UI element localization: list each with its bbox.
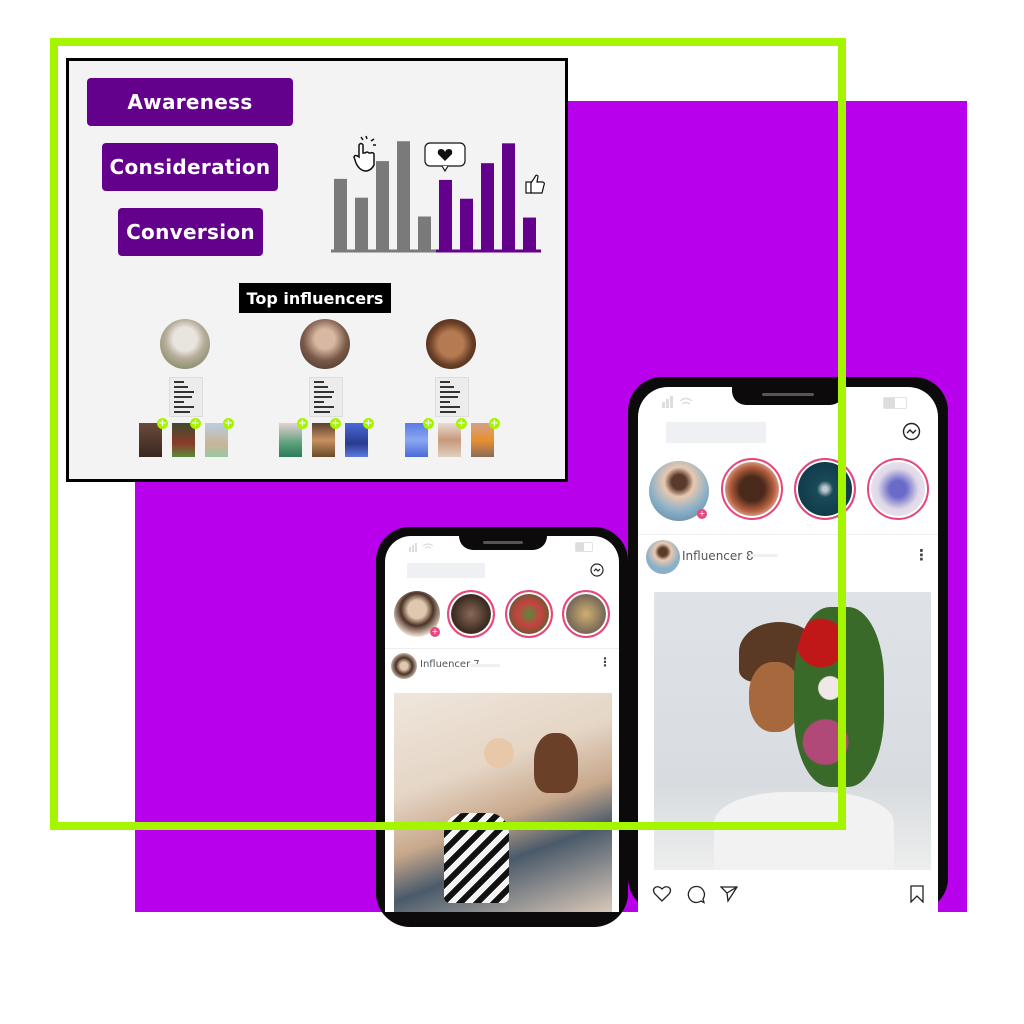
add-icon[interactable]: +: [190, 418, 201, 429]
post-thumbnail[interactable]: +: [312, 418, 341, 457]
add-icon[interactable]: +: [157, 418, 168, 429]
story-avatar[interactable]: [505, 590, 553, 638]
story-avatar-own[interactable]: +: [649, 461, 709, 521]
story-avatar-own[interactable]: +: [394, 591, 440, 637]
more-options-icon[interactable]: ⋮: [914, 546, 929, 564]
dress: [714, 792, 894, 870]
app-title-placeholder: [407, 563, 485, 578]
zebra-toy: [444, 813, 509, 903]
add-icon[interactable]: +: [363, 418, 374, 429]
influencer-column: + + +: [125, 319, 245, 469]
child-face: [484, 738, 514, 768]
stage-awareness: Awareness: [87, 78, 293, 126]
phone-notch: [732, 387, 844, 405]
story-avatar[interactable]: [447, 590, 495, 638]
instagram-feed-screen: + Influencer 7 ⋮: [385, 536, 619, 912]
tap-hand-icon: [353, 135, 376, 172]
influencer-column: + + +: [265, 319, 385, 469]
signal-wifi-icon: [409, 543, 434, 552]
username-placeholder: [750, 554, 778, 557]
post-thumbnail[interactable]: +: [405, 418, 434, 457]
heart-bubble-icon: [424, 142, 466, 173]
influencer-avatar[interactable]: [160, 319, 210, 369]
add-story-icon[interactable]: +: [697, 509, 707, 519]
like-icon[interactable]: [652, 885, 672, 903]
post-thumbnail[interactable]: +: [172, 418, 201, 457]
comment-icon[interactable]: [686, 885, 706, 904]
phone-mockup-large: + Influencer 8 ⋮: [628, 377, 948, 912]
post-author-name[interactable]: Influencer 8: [682, 549, 754, 563]
bar-before-3: [376, 161, 389, 251]
story-avatar[interactable]: [867, 458, 929, 520]
add-icon[interactable]: +: [489, 418, 500, 429]
bar-after-1: [439, 179, 452, 251]
post-thumbnail[interactable]: +: [205, 418, 234, 457]
campaign-infographic-card: Awareness Consideration Conversion Top i…: [66, 58, 568, 482]
influencer-column: + + +: [391, 319, 511, 469]
top-influencers-title: Top influencers: [239, 283, 391, 313]
post-author-avatar[interactable]: [646, 540, 680, 574]
username-placeholder: [470, 664, 500, 667]
add-icon[interactable]: +: [297, 418, 308, 429]
post-image-flower-portrait[interactable]: [654, 592, 931, 870]
post-thumbnail[interactable]: +: [345, 418, 374, 457]
share-icon[interactable]: [720, 885, 738, 903]
add-icon[interactable]: +: [330, 418, 341, 429]
add-story-icon[interactable]: +: [430, 627, 440, 637]
post-thumbnail[interactable]: +: [438, 418, 467, 457]
battery-icon: [575, 542, 593, 552]
messenger-icon[interactable]: [590, 563, 604, 577]
bar-after-3: [481, 163, 494, 251]
add-icon[interactable]: +: [223, 418, 234, 429]
signal-wifi-icon: [662, 396, 693, 408]
add-icon[interactable]: +: [423, 418, 434, 429]
divider: [638, 534, 938, 535]
influencer-avatar[interactable]: [426, 319, 476, 369]
battery-icon: [883, 397, 907, 409]
engagement-bar-chart: [331, 135, 545, 253]
profile-document-icon: [309, 377, 343, 417]
story-avatar[interactable]: [721, 458, 783, 520]
instagram-feed-screen: + Influencer 8 ⋮: [638, 387, 938, 912]
profile-document-icon: [435, 377, 469, 417]
more-options-icon[interactable]: ⋮: [599, 655, 611, 669]
bar-before-1: [334, 178, 347, 251]
phone-mockup-small: + Influencer 7 ⋮: [376, 527, 628, 927]
divider: [385, 648, 619, 649]
post-thumbnail[interactable]: +: [471, 418, 500, 457]
phone-notch: [459, 536, 547, 550]
app-title-placeholder: [666, 422, 766, 443]
add-icon[interactable]: +: [456, 418, 467, 429]
story-avatar[interactable]: [794, 458, 856, 520]
bar-before-2: [355, 197, 368, 251]
bar-after-5: [523, 217, 536, 251]
messenger-icon[interactable]: [902, 422, 921, 441]
thumbs-up-icon: [525, 174, 545, 194]
save-icon[interactable]: [910, 885, 924, 903]
bar-after-4: [502, 143, 515, 251]
profile-document-icon: [169, 377, 203, 417]
mother-hair: [534, 733, 578, 793]
post-thumbnail[interactable]: +: [139, 418, 168, 457]
bar-after-2: [460, 198, 473, 251]
story-avatar[interactable]: [562, 590, 610, 638]
flower-crown: [794, 607, 884, 787]
post-thumbnail[interactable]: +: [279, 418, 308, 457]
influencer-avatar[interactable]: [300, 319, 350, 369]
bar-before-5: [418, 216, 431, 251]
stage-consideration: Consideration: [102, 143, 278, 191]
post-author-avatar[interactable]: [391, 653, 417, 679]
bar-before-4: [397, 141, 410, 251]
stage-conversion: Conversion: [118, 208, 263, 256]
post-image-mother-child[interactable]: [394, 693, 612, 912]
